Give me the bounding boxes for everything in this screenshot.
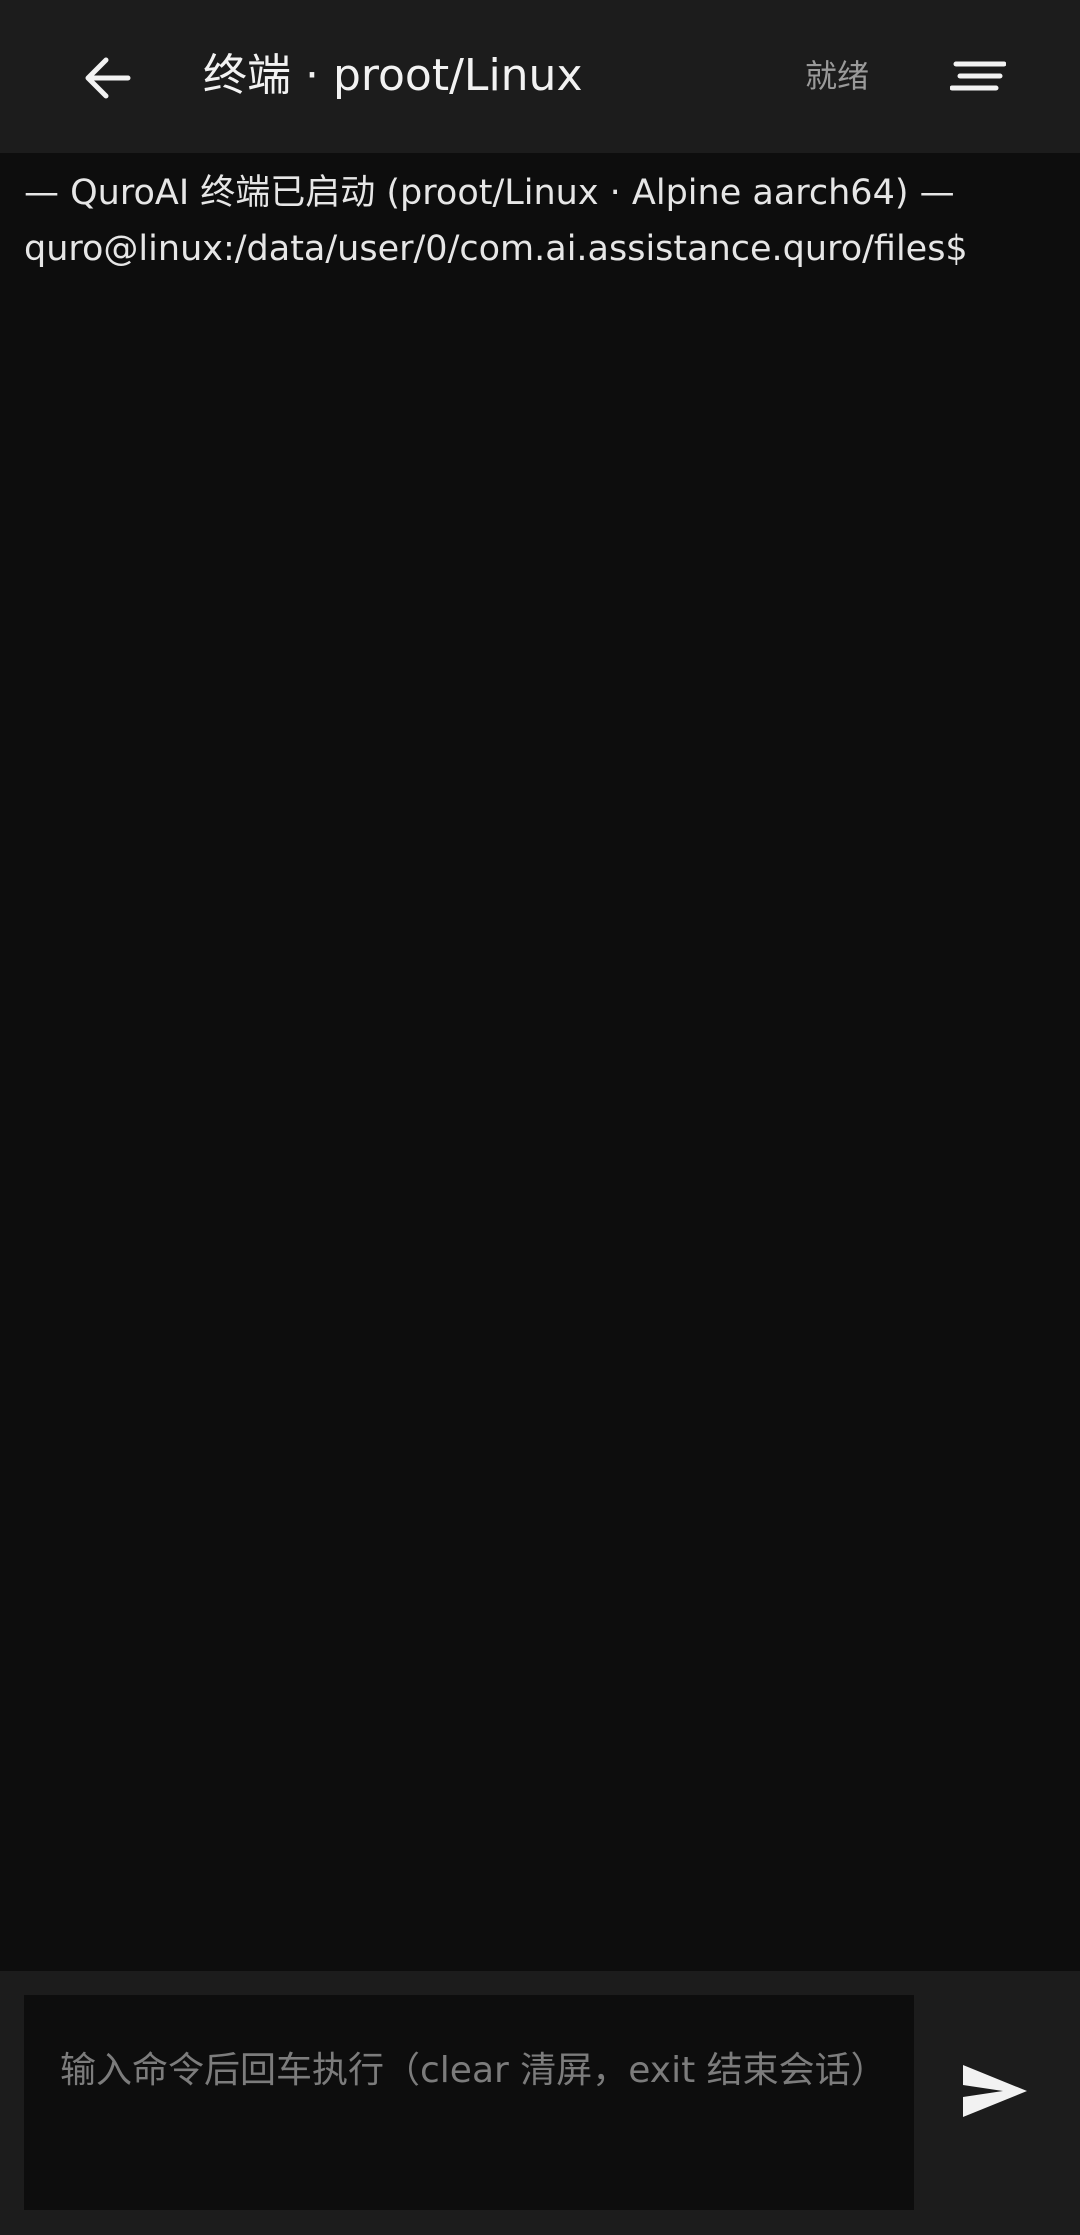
menu-button[interactable] [936, 36, 1020, 120]
command-input-bar: 输入命令后回车执行（clear 清屏，exit 结束会话） [0, 1971, 1080, 2235]
terminal-output[interactable]: — QuroAI 终端已启动 (proot/Linux · Alpine aar… [0, 153, 1080, 1971]
text-lines-icon [950, 61, 1006, 91]
page-title: 终端 · proot/Linux [203, 50, 583, 101]
send-button[interactable] [940, 2031, 1050, 2151]
top-app-bar: 终端 · proot/Linux 就绪 [0, 0, 1080, 153]
terminal-prompt-line: quro@linux:/data/user/0/com.ai.assistanc… [24, 229, 968, 269]
back-button[interactable] [66, 36, 150, 120]
send-icon [963, 2065, 1027, 2117]
status-label: 就绪 [805, 57, 870, 95]
terminal-screen: 终端 · proot/Linux 就绪 — QuroAI 终端已启动 (proo… [0, 0, 1080, 2235]
arrow-left-icon [85, 57, 131, 99]
command-input[interactable]: 输入命令后回车执行（clear 清屏，exit 结束会话） [24, 1995, 914, 2210]
command-input-placeholder: 输入命令后回车执行（clear 清屏，exit 结束会话） [60, 2050, 887, 2091]
terminal-banner-line: — QuroAI 终端已启动 (proot/Linux · Alpine aar… [24, 173, 955, 213]
